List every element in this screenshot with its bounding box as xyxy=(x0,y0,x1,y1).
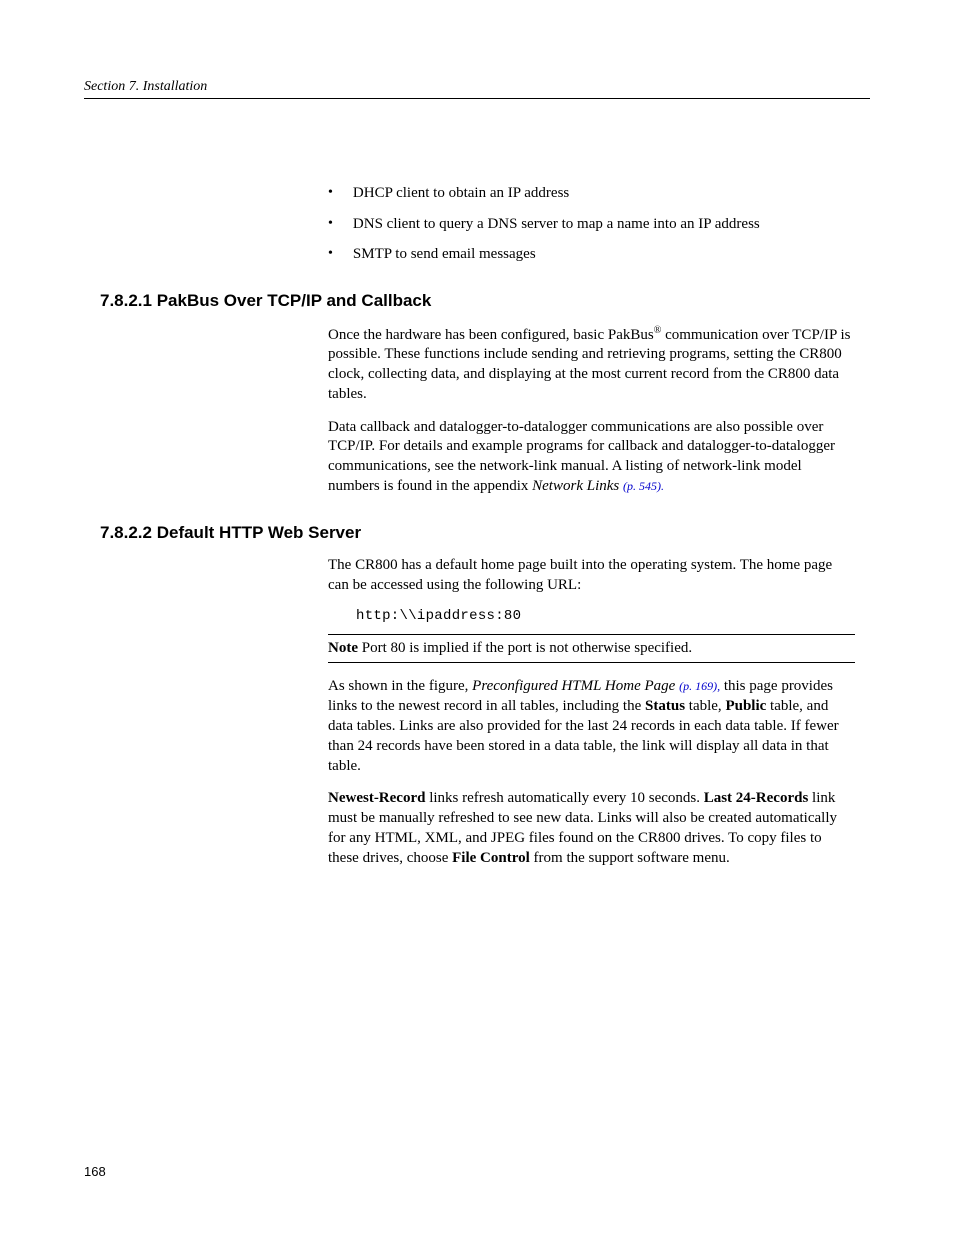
section-heading-7821: 7.8.2.1 PakBus Over TCP/IP and Callback xyxy=(100,291,870,311)
page-content: Section 7. Installation • DHCP client to… xyxy=(0,0,954,869)
bullet-item: • DHCP client to obtain an IP address xyxy=(328,184,870,204)
note-text: Port 80 is implied if the port is not ot… xyxy=(358,640,692,656)
paragraph: Newest-Record links refresh automaticall… xyxy=(328,789,855,868)
newest-record-label: Newest-Record xyxy=(328,790,425,806)
text: table, xyxy=(685,698,725,714)
page-header: Section 7. Installation xyxy=(84,79,870,99)
public-table-label: Public xyxy=(725,698,766,714)
bullet-text: SMTP to send email messages xyxy=(353,245,536,265)
last-24-records-label: Last 24-Records xyxy=(704,790,809,806)
file-control-label: File Control xyxy=(452,850,530,866)
section-heading-7822: 7.8.2.2 Default HTTP Web Server xyxy=(100,523,870,543)
bullet-list: • DHCP client to obtain an IP address • … xyxy=(328,184,870,265)
bullet-text: DHCP client to obtain an IP address xyxy=(353,184,569,204)
text: Once the hardware has been configured, b… xyxy=(328,327,654,343)
paragraph: Data callback and datalogger-to-datalogg… xyxy=(328,418,855,497)
bullet-icon: • xyxy=(328,184,333,202)
text: links refresh automatically every 10 sec… xyxy=(425,790,703,806)
note-label: Note xyxy=(328,640,358,656)
bullet-item: • SMTP to send email messages xyxy=(328,245,870,265)
page-reference-link[interactable]: (p. 545). xyxy=(623,479,664,493)
bullet-icon: • xyxy=(328,215,333,233)
bullet-item: • DNS client to query a DNS server to ma… xyxy=(328,215,870,235)
figure-reference: Preconfigured HTML Home Page xyxy=(472,678,679,694)
code-url: http:\\ipaddress:80 xyxy=(356,608,870,624)
text: As shown in the figure, xyxy=(328,678,472,694)
paragraph: As shown in the figure, Preconfigured HT… xyxy=(328,677,855,776)
bullet-text: DNS client to query a DNS server to map … xyxy=(353,215,760,235)
text: from the support software menu. xyxy=(530,850,730,866)
paragraph: Once the hardware has been configured, b… xyxy=(328,324,855,405)
status-table-label: Status xyxy=(645,698,685,714)
page-reference-link[interactable]: (p. 169), xyxy=(679,679,720,693)
paragraph: The CR800 has a default home page built … xyxy=(328,556,855,596)
note-box: Note Port 80 is implied if the port is n… xyxy=(328,634,855,663)
appendix-reference: Network Links xyxy=(532,478,623,494)
page-number: 168 xyxy=(84,1164,106,1179)
bullet-icon: • xyxy=(328,245,333,263)
